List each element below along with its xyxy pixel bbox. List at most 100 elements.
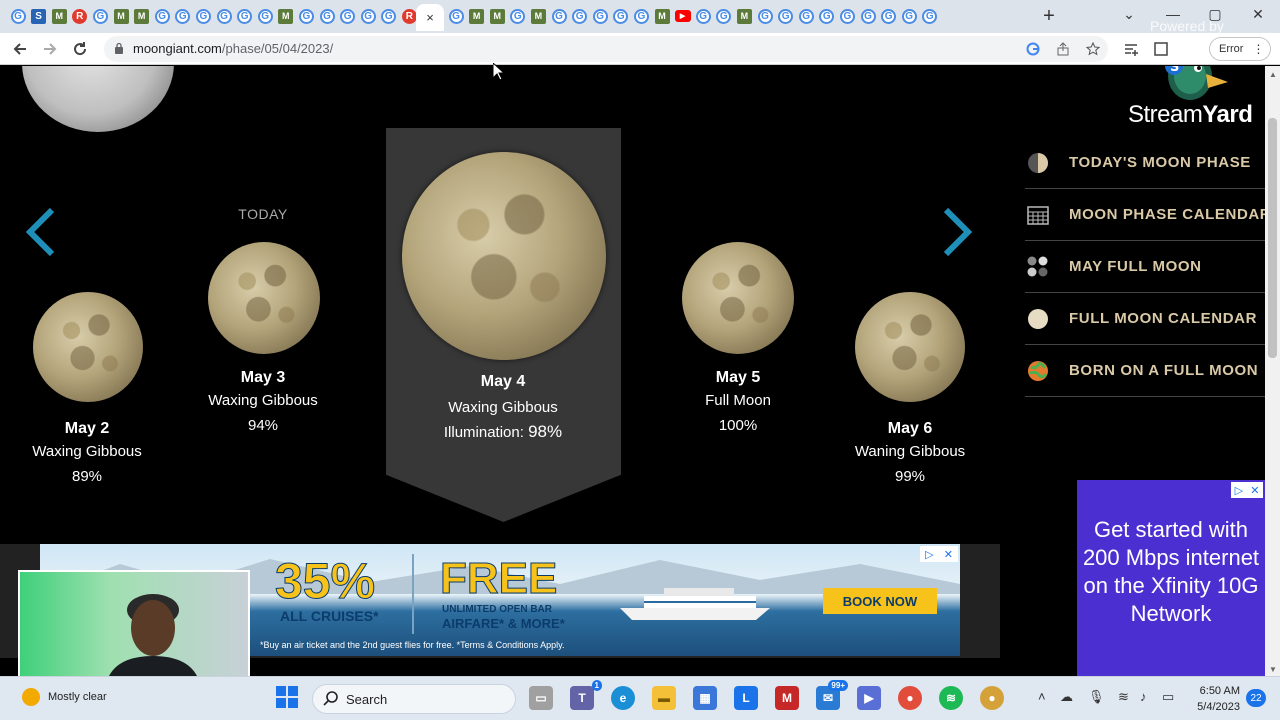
browser-tab[interactable]: G (632, 6, 650, 26)
xfinity-ad[interactable]: ▷ ✕ Get started with 200 Mbps internet o… (1077, 480, 1265, 676)
chrome-icon[interactable]: ● (898, 686, 922, 710)
microphone-icon[interactable]: 🎙 (1088, 689, 1105, 705)
ad-choices-icon[interactable]: ▷ (925, 548, 933, 561)
browser-tab[interactable]: G (900, 6, 918, 26)
sidebar-item-moon-phase-calendar[interactable]: MOON PHASE CALENDAR (1025, 189, 1271, 241)
chrome-profile-icon[interactable]: ● (980, 686, 1004, 710)
new-tab-button[interactable]: + (1039, 4, 1059, 28)
browser-tab[interactable]: M (277, 6, 295, 26)
edge-icon[interactable]: e (611, 686, 635, 710)
browser-tab[interactable]: G (838, 6, 856, 26)
scroll-down-icon[interactable]: ▼ (1269, 665, 1277, 674)
teams-icon[interactable]: T1 (570, 680, 602, 710)
back-button[interactable] (9, 38, 31, 60)
page-scrollbar[interactable]: ▲ ▼ (1265, 66, 1280, 676)
browser-tab[interactable]: G (318, 6, 336, 26)
browser-tab[interactable]: G (777, 6, 795, 26)
browser-tab[interactable]: G (818, 6, 836, 26)
browser-tab[interactable]: M (50, 6, 68, 26)
clock-time[interactable]: 6:50 AM (1196, 685, 1240, 697)
microsoft-store-icon[interactable]: ▦ (693, 686, 717, 710)
wifi-icon[interactable]: ≋ (1118, 689, 1129, 705)
browser-tab[interactable]: M (735, 6, 753, 26)
ad-close-icon[interactable]: ✕ (1250, 484, 1259, 497)
browser-tab[interactable]: M (653, 6, 671, 26)
next-day-arrow-icon[interactable] (942, 208, 974, 256)
ad-close-icon[interactable]: ✕ (944, 548, 953, 561)
browser-tab[interactable]: G (153, 6, 171, 26)
browser-tab[interactable]: G (256, 6, 274, 26)
tab-close-icon[interactable]: × (426, 10, 434, 25)
lock-icon[interactable] (114, 42, 124, 54)
browser-tab[interactable]: G (297, 6, 315, 26)
active-tab[interactable]: × (416, 4, 444, 31)
windows-start-icon[interactable] (276, 686, 298, 708)
browser-tab[interactable]: ▶ (674, 6, 692, 26)
scroll-thumb[interactable] (1268, 118, 1277, 358)
google-translate-icon[interactable] (1024, 40, 1042, 58)
clock-date[interactable]: 5/4/2023 (1190, 701, 1240, 713)
mcafee-icon[interactable]: M (775, 686, 799, 710)
moon-image[interactable] (208, 242, 320, 354)
moon-image[interactable] (855, 292, 965, 402)
volume-icon[interactable]: ♪ (1140, 689, 1147, 704)
weather-widget[interactable]: Mostly clear (22, 688, 107, 706)
close-window-button[interactable]: ✕ (1245, 3, 1271, 25)
browser-tab[interactable]: G (880, 6, 898, 26)
ad-choices[interactable]: ▷ ✕ (920, 546, 958, 562)
sidebar-item-born-on-a-full-moon[interactable]: BORN ON A FULL MOON (1025, 345, 1265, 397)
browser-tab[interactable]: G (694, 6, 712, 26)
browser-tab[interactable]: G (591, 6, 609, 26)
ad-choices[interactable]: ▷ ✕ (1231, 482, 1263, 498)
browser-tab[interactable]: M (488, 6, 506, 26)
forward-button[interactable] (39, 38, 61, 60)
bookmark-star-icon[interactable] (1084, 40, 1102, 58)
browser-tab[interactable]: G (715, 6, 733, 26)
browser-tab[interactable]: G (550, 6, 568, 26)
browser-tab[interactable]: R (71, 6, 89, 26)
share-icon[interactable] (1054, 40, 1072, 58)
browser-tab[interactable]: G (380, 6, 398, 26)
reload-button[interactable] (69, 38, 91, 60)
address-bar[interactable]: moongiant.com/phase/05/04/2023/ (104, 36, 1108, 62)
kebab-menu-icon[interactable]: ⋮ (1252, 42, 1264, 56)
spotify-icon[interactable]: ≋ (939, 686, 963, 710)
lexicon-app-icon[interactable]: L (734, 686, 758, 710)
browser-tab[interactable]: G (797, 6, 815, 26)
battery-icon[interactable]: ▭ (1162, 689, 1174, 705)
browser-tab[interactable]: G (339, 6, 357, 26)
file-explorer-icon[interactable]: ▬ (652, 686, 676, 710)
browser-tab[interactable]: G (91, 6, 109, 26)
moon-image[interactable] (682, 242, 794, 354)
scroll-up-icon[interactable]: ▲ (1269, 70, 1277, 79)
browser-tab[interactable]: M (133, 6, 151, 26)
previous-day-arrow-icon[interactable] (24, 208, 56, 256)
onedrive-icon[interactable]: ☁ (1060, 689, 1073, 705)
browser-tab[interactable]: G (756, 6, 774, 26)
sidebar-item-todays-moon-phase[interactable]: TODAY'S MOON PHASE (1025, 137, 1265, 189)
moon-image[interactable] (33, 292, 143, 402)
clipchamp-icon[interactable]: ▶ (857, 686, 881, 710)
tab-search-dropdown[interactable]: ⌄ (1116, 3, 1142, 25)
profile-error-chip[interactable]: Error ⋮ (1209, 37, 1271, 61)
browser-tab[interactable]: S (30, 6, 48, 26)
browser-tab[interactable]: G (194, 6, 212, 26)
browser-tab[interactable]: M (529, 6, 547, 26)
task-view-icon[interactable]: ▭ (529, 686, 553, 710)
browser-tab[interactable]: G (174, 6, 192, 26)
notification-badge[interactable]: 22 (1246, 689, 1266, 707)
reading-list-icon[interactable] (1120, 38, 1142, 60)
side-panel-icon[interactable] (1150, 38, 1172, 60)
browser-tab[interactable]: M (468, 6, 486, 26)
book-now-button[interactable]: BOOK NOW (823, 588, 937, 614)
browser-tab[interactable]: G (9, 6, 27, 26)
browser-tab[interactable]: G (359, 6, 377, 26)
browser-tab[interactable]: G (859, 6, 877, 26)
ad-choices-icon[interactable]: ▷ (1235, 484, 1243, 497)
sidebar-item-full-moon-calendar[interactable]: FULL MOON CALENDAR (1025, 293, 1265, 345)
browser-tab[interactable]: G (612, 6, 630, 26)
url-text[interactable]: moongiant.com/phase/05/04/2023/ (133, 41, 333, 56)
tray-overflow-icon[interactable]: ˄ (1038, 689, 1046, 704)
browser-tab[interactable]: G (509, 6, 527, 26)
browser-tab[interactable]: M (112, 6, 130, 26)
